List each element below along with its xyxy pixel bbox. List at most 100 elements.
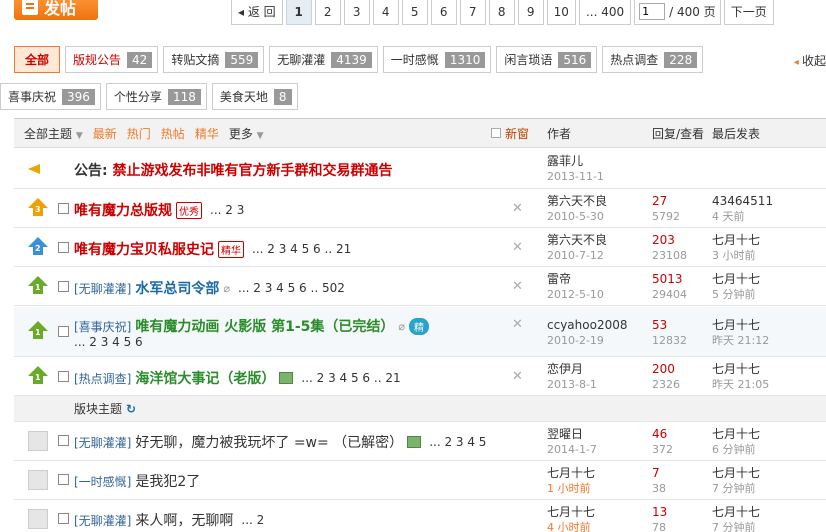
thread-row[interactable]: 1 [无聊灌灌] 水军总司令部 ⌀ ... 2 3 4 5 6 .. 502 ✕… [14, 268, 826, 306]
author-name[interactable]: 翌曜日 [547, 427, 597, 442]
thread-pages[interactable]: ... 2 3 4 5 6 .. 21 [301, 371, 400, 385]
pager-page[interactable]: 8 [488, 0, 515, 25]
category-tab[interactable]: 喜事庆祝 396 [0, 83, 101, 110]
thread-pages[interactable]: ... 2 3 4 5 [429, 435, 486, 449]
thread-checkbox[interactable] [58, 371, 69, 382]
notice-text[interactable]: 禁止游戏发布非唯有官方新手群和交易群通告 [112, 163, 392, 179]
author-name[interactable]: 第六天不良 [547, 233, 607, 248]
thread-row[interactable]: 2 唯有魔力宝贝私服史记 精华 ... 2 3 4 5 6 .. 21 ✕ 第六… [14, 229, 826, 267]
thread-row[interactable]: [一时感慨] 是我犯2了 七月十七 1 小时前 7 38 七月十七 7 分钟前 [14, 462, 826, 500]
category-tab[interactable]: 一时感慨 1310 [382, 46, 492, 73]
pager-page[interactable]: 1 [285, 0, 312, 25]
close-icon[interactable]: ✕ [512, 279, 523, 294]
thread-tag[interactable]: [热点调查] [74, 370, 131, 387]
last-time[interactable]: 昨天 21:12 [712, 333, 769, 348]
filter-digest[interactable]: 精华 [195, 125, 219, 142]
category-tab[interactable]: 版规公告 42 [65, 46, 159, 73]
thread-checkbox[interactable] [58, 326, 69, 337]
pager-page[interactable]: 5 [401, 0, 428, 25]
thread-tag[interactable]: [喜事庆祝] [74, 318, 131, 335]
thread-title[interactable]: 唯有魔力动画 火影版 第1-5集（已完结） [135, 316, 394, 336]
last-time[interactable]: 7 分钟前 [712, 520, 760, 532]
thread-checkbox[interactable] [58, 203, 69, 214]
filter-hot-posts[interactable]: 热帖 [161, 125, 185, 142]
last-time[interactable]: 5 分钟前 [712, 287, 760, 302]
filter-all-topics[interactable]: 全部主题 ▼ [24, 125, 83, 142]
category-tab[interactable]: 闲言琐语 516 [496, 46, 598, 73]
pager-page[interactable]: 7 [459, 0, 486, 25]
pager-page[interactable]: 9 [517, 0, 544, 25]
author-name[interactable]: 第六天不良 [547, 194, 607, 209]
thread-title[interactable]: 来人啊，无聊啊 [135, 510, 233, 530]
last-author[interactable]: 七月十七 [712, 362, 769, 377]
new-window-toggle[interactable]: 新窗 [491, 125, 529, 142]
pager-page[interactable]: 10 [546, 0, 576, 25]
thread-pages[interactable]: ... 2 3 4 5 6 [74, 335, 143, 349]
category-tab[interactable]: 个性分享 118 [105, 83, 207, 110]
author-name[interactable]: 七月十七 [547, 505, 595, 520]
author-name[interactable]: 露菲儿 [547, 154, 604, 169]
thread-tag[interactable]: [无聊灌灌] [74, 434, 131, 451]
last-author[interactable]: 七月十七 [712, 466, 760, 481]
last-author[interactable]: 七月十七 [712, 233, 760, 248]
pager-prev[interactable]: ◂ 返 回 [231, 0, 283, 25]
last-time[interactable]: 7 分钟前 [712, 481, 760, 496]
last-time[interactable]: 6 分钟前 [712, 442, 760, 457]
thread-checkbox[interactable] [58, 281, 69, 292]
thread-title[interactable]: 是我犯2了 [135, 471, 200, 491]
last-author[interactable]: 七月十七 [712, 427, 760, 442]
thread-row[interactable]: [无聊灌灌] 好无聊，魔力被我玩坏了 =w= （已解密） ... 2 3 4 5… [14, 423, 826, 461]
thread-pages[interactable]: ... 2 [241, 513, 264, 527]
filter-newest[interactable]: 最新 [93, 125, 117, 142]
close-icon[interactable]: ✕ [512, 369, 523, 384]
collapse-button[interactable]: 收起 [794, 52, 826, 69]
thread-checkbox[interactable] [58, 474, 69, 485]
thread-checkbox[interactable] [58, 435, 69, 446]
thread-row[interactable]: 1 [热点调查] 海洋馆大事记（老版） ... 2 3 4 5 6 .. 21 … [14, 358, 826, 396]
thread-title[interactable]: 海洋馆大事记（老版） [135, 368, 275, 388]
page-input[interactable] [639, 3, 666, 20]
author-name[interactable]: 七月十七 [547, 466, 595, 481]
thread-tag[interactable]: [无聊灌灌] [74, 512, 131, 529]
thread-row[interactable]: [无聊灌灌] 来人啊，无聊啊 ... 2 七月十七 4 小时前 13 78 七月… [14, 501, 826, 532]
thread-tag[interactable]: [一时感慨] [74, 473, 131, 490]
author-name[interactable]: 恋伊月 [547, 362, 597, 377]
filter-more[interactable]: 更多 ▼ [229, 125, 264, 142]
pager-page[interactable]: 3 [343, 0, 370, 25]
last-time[interactable]: 4 天前 [712, 209, 773, 224]
category-tab[interactable]: 美食天地 8 [211, 83, 298, 110]
notice-row[interactable]: 公告: 禁止游戏发布非唯有官方新手群和交易群通告 露菲儿 2013-11-1 [14, 149, 826, 189]
last-author[interactable]: 七月十七 [712, 505, 760, 520]
category-tab[interactable]: 热点调查 228 [602, 46, 704, 73]
pager-page[interactable]: ... 400 [578, 0, 632, 25]
last-time[interactable]: 昨天 21:05 [712, 377, 769, 392]
filter-hot[interactable]: 热门 [127, 125, 151, 142]
thread-title[interactable]: 唯有魔力宝贝私服史记 [74, 239, 214, 259]
pager-page[interactable]: 4 [372, 0, 399, 25]
category-tab-all[interactable]: 全部 [14, 46, 61, 73]
last-author[interactable]: 七月十七 [712, 272, 760, 287]
close-icon[interactable]: ✕ [512, 201, 523, 216]
last-author[interactable]: 43464511 [712, 194, 773, 209]
thread-pages[interactable]: ... 2 3 4 5 6 .. 502 [238, 281, 345, 295]
thread-pages[interactable]: ... 2 3 4 5 6 .. 21 [252, 242, 351, 256]
close-icon[interactable]: ✕ [512, 240, 523, 255]
close-icon[interactable]: ✕ [512, 317, 523, 332]
last-author[interactable]: 七月十七 [712, 318, 769, 333]
thread-row[interactable]: 3 唯有魔力总版规 优秀 ... 2 3 ✕ 第六天不良 2010-5-30 2… [14, 190, 826, 228]
notice-title[interactable]: 公告: 禁止游戏发布非唯有官方新手群和交易群通告 [74, 160, 392, 180]
thread-tag[interactable]: [无聊灌灌] [74, 280, 131, 297]
thread-title[interactable]: 唯有魔力总版规 [74, 200, 172, 220]
thread-checkbox[interactable] [58, 513, 69, 524]
new-window-checkbox[interactable] [491, 128, 501, 138]
author-name[interactable]: 雷帝 [547, 272, 604, 287]
author-name[interactable]: ccyahoo2008 [547, 318, 627, 333]
pager-page[interactable]: 6 [430, 0, 457, 25]
thread-checkbox[interactable] [58, 242, 69, 253]
refresh-icon[interactable]: ↻ [126, 402, 136, 416]
thread-title[interactable]: 水军总司令部 [135, 278, 219, 298]
category-tab[interactable]: 转贴文摘 559 [163, 46, 265, 73]
pager-next[interactable]: 下一页 [723, 0, 774, 25]
category-tab[interactable]: 无聊灌灌 4139 [269, 46, 378, 73]
pager-page[interactable]: 2 [314, 0, 341, 25]
